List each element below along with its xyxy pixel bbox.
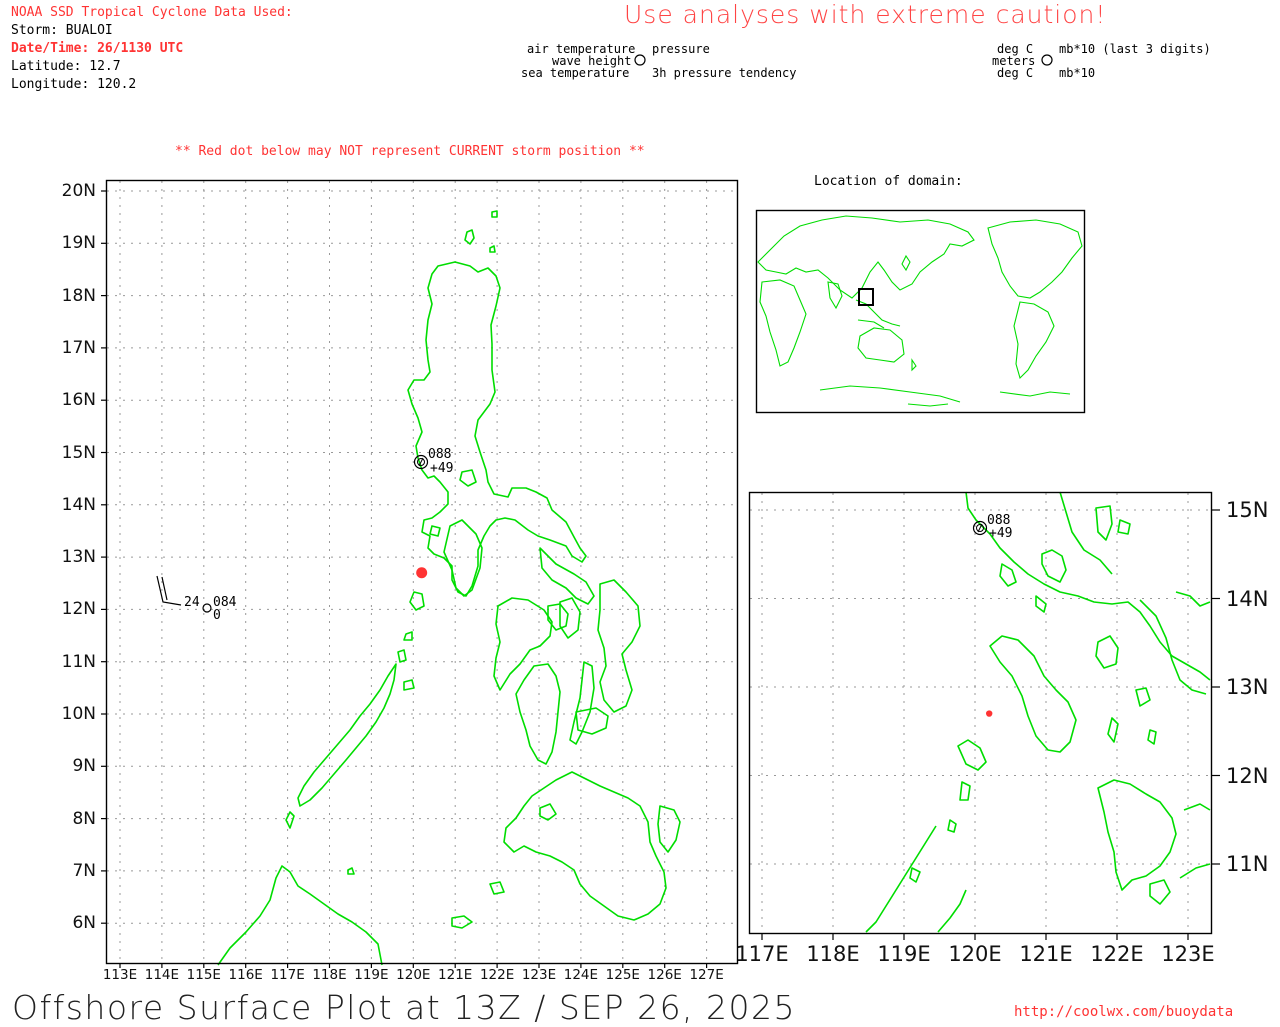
main-lon-label: 120E xyxy=(396,967,431,983)
main-lat-label: 9N xyxy=(72,756,96,777)
main-lat-label: 11N xyxy=(61,651,96,672)
main-lat-label: 13N xyxy=(61,547,96,568)
zoom-lon-label: 123E xyxy=(1161,942,1215,966)
main-lat-label: 19N xyxy=(61,233,96,254)
main-lat-label: 6N xyxy=(72,913,96,934)
main-lon-label: 121E xyxy=(438,967,473,983)
legend-station-circle xyxy=(634,54,646,66)
main-map-land xyxy=(217,210,681,966)
main-lon-label: 116E xyxy=(228,967,263,983)
main-lat-label: 20N xyxy=(61,181,96,201)
main-lat-label: 15N xyxy=(61,442,96,463)
plot-title: Offshore Surface Plot at 13Z / SEP 26, 2… xyxy=(12,988,797,1027)
zoom-map-land xyxy=(865,491,1211,933)
main-station-2-wind-barb xyxy=(156,575,182,606)
main-station-1-pressure: 088 xyxy=(428,447,451,462)
zoom-lon-label: 121E xyxy=(1019,942,1073,966)
main-lat-label: 8N xyxy=(72,808,96,829)
zoom-lon-label: 117E xyxy=(735,942,789,966)
zoom-lat-label: 13N xyxy=(1226,675,1269,699)
main-station-2-barb-feather xyxy=(161,576,168,601)
main-lat-label: 12N xyxy=(61,599,96,620)
zoom-station-1: 088 +49 xyxy=(972,513,1012,541)
main-lat-label: 10N xyxy=(61,704,96,724)
legend-units-circle xyxy=(1041,54,1053,66)
zoom-lat-label: 11N xyxy=(1226,852,1269,876)
main-lat-label: 14N xyxy=(61,494,96,515)
main-lon-label: 124E xyxy=(563,967,599,983)
zoom-lon-label: 120E xyxy=(948,942,1002,966)
main-lon-label: 117E xyxy=(270,967,305,983)
main-station-1-tendency: +49 xyxy=(430,461,453,476)
main-lon-label: 118E xyxy=(312,967,347,983)
main-lon-label: 113E xyxy=(102,967,138,983)
main-station-2-air-temp: 24 xyxy=(184,595,200,610)
main-station-2-circle xyxy=(202,603,212,613)
main-lon-label: 125E xyxy=(605,967,640,983)
main-storm-position-dot xyxy=(416,567,428,579)
main-lon-label: 122E xyxy=(479,967,515,983)
zoom-station-1-tendency: +49 xyxy=(989,526,1012,541)
main-lon-label: 123E xyxy=(521,967,557,983)
main-station-2-wave: 0 xyxy=(213,608,221,623)
main-lon-label: 114E xyxy=(144,967,180,983)
main-lon-label: 115E xyxy=(186,967,221,983)
map-canvas: 088 +49 24 084 0 088 +49 xyxy=(101,54,1220,968)
main-lat-label: 7N xyxy=(72,860,96,881)
main-lon-label: 127E xyxy=(689,967,724,983)
main-lon-label: 126E xyxy=(647,967,682,983)
zoom-lat-label: 12N xyxy=(1226,763,1269,788)
main-lat-label: 17N xyxy=(61,337,96,358)
zoom-lon-label: 119E xyxy=(877,942,931,966)
zoom-lat-label: 14N xyxy=(1226,586,1269,611)
zoom-map: 088 +49 xyxy=(748,491,1213,935)
zoom-storm-position-dot xyxy=(986,710,993,717)
zoom-lon-label: 118E xyxy=(806,942,860,966)
main-lat-label: 16N xyxy=(61,390,96,411)
main-station-1: 088 +49 xyxy=(413,447,453,476)
source-url-link[interactable]: http://coolwx.com/buoydata xyxy=(1014,1004,1233,1020)
zoom-map-grid xyxy=(750,493,1211,933)
main-lat-label: 18N xyxy=(61,285,96,306)
main-lon-label: 119E xyxy=(354,967,389,983)
zoom-lon-label: 122E xyxy=(1090,942,1144,966)
zoom-lat-label: 15N xyxy=(1226,498,1269,522)
main-map: 088 +49 24 084 0 xyxy=(105,179,739,966)
zoom-map-frame xyxy=(748,491,1213,935)
main-station-2: 24 084 0 xyxy=(156,575,237,623)
world-inset xyxy=(755,209,1086,414)
world-inset-frame xyxy=(755,209,1086,414)
